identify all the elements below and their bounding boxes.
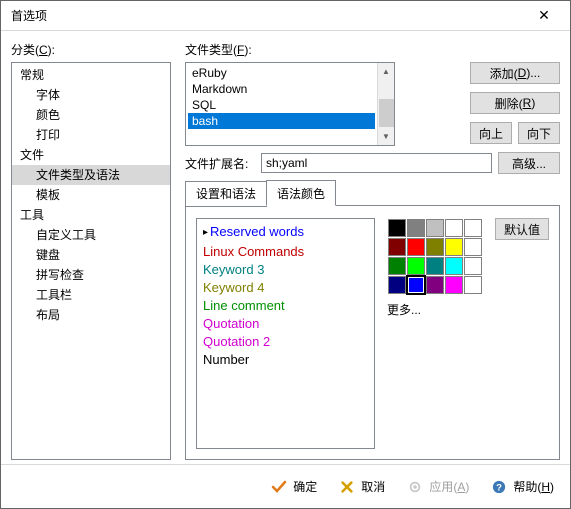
tab-syntax-colors[interactable]: 语法颜色 [266,180,336,206]
dialog-button-bar: 确定 取消 应用(A) ? 帮助(H) [1,464,570,508]
svg-text:?: ? [496,482,502,493]
scroll-thumb[interactable] [379,99,394,127]
help-button[interactable]: ? 帮助(H) [491,478,554,495]
tree-item[interactable]: 字体 [12,85,170,105]
color-swatch[interactable] [426,238,444,256]
color-swatch[interactable] [445,276,463,294]
color-swatch[interactable] [426,257,444,275]
tree-item[interactable]: 键盘 [12,245,170,265]
tree-item[interactable]: 常规 [12,65,170,85]
syntax-item[interactable]: Linux Commands [203,243,368,261]
color-swatch[interactable] [388,257,406,275]
color-palette[interactable] [387,218,483,295]
check-icon [271,479,287,495]
syntax-item[interactable]: Keyword 4 [203,279,368,297]
syntax-item[interactable]: ▸Reserved words [203,223,368,243]
move-down-button[interactable]: 向下 [518,122,560,144]
color-swatch[interactable] [445,219,463,237]
color-swatch[interactable] [388,219,406,237]
ok-button[interactable]: 确定 [271,478,317,495]
palette-column: 更多... [387,218,483,449]
apply-button[interactable]: 应用(A) [407,478,469,495]
color-swatch[interactable] [407,276,425,294]
filetype-listbox[interactable]: eRubyMarkdownSQLbash ▲ ▼ [185,62,395,146]
help-icon: ? [491,479,507,495]
filetype-item[interactable]: Markdown [188,81,375,97]
tree-item[interactable]: 拼写检查 [12,265,170,285]
color-swatch[interactable] [388,238,406,256]
window-title: 首选项 [11,7,47,24]
syntax-item[interactable]: Quotation 2 [203,333,368,351]
filetype-items: eRubyMarkdownSQLbash [186,63,377,145]
titlebar: 首选项 ✕ [1,1,570,31]
color-swatch[interactable] [426,276,444,294]
scroll-up-button[interactable]: ▲ [378,63,394,80]
preferences-window: 首选项 ✕ 分类(C): 常规字体颜色打印文件文件类型及语法模板工具自定义工具键… [0,0,571,509]
cancel-button[interactable]: 取消 [339,478,385,495]
tree-item[interactable]: 打印 [12,125,170,145]
color-swatch[interactable] [464,219,482,237]
color-swatch[interactable] [445,238,463,256]
color-swatch[interactable] [388,276,406,294]
category-tree[interactable]: 常规字体颜色打印文件文件类型及语法模板工具自定义工具键盘拼写检查工具栏布局 [11,62,171,460]
default-button[interactable]: 默认值 [495,218,549,240]
filetype-item[interactable]: bash [188,113,375,129]
syntax-listbox[interactable]: ▸Reserved wordsLinux CommandsKeyword 3Ke… [196,218,375,449]
filetype-row: eRubyMarkdownSQLbash ▲ ▼ 添加(D)... 删除(R) [185,62,560,146]
color-swatch[interactable] [464,257,482,275]
close-icon: ✕ [538,7,550,24]
extension-label: 文件扩展名: [185,155,255,172]
filetype-label: 文件类型(F): [185,41,560,58]
tree-item[interactable]: 工具栏 [12,285,170,305]
tab-panel-colors: ▸Reserved wordsLinux CommandsKeyword 3Ke… [185,205,560,460]
tree-item[interactable]: 布局 [12,305,170,325]
syntax-item[interactable]: Quotation [203,315,368,333]
extension-row: 文件扩展名: 高级... [185,152,560,174]
category-label: 分类(C): [11,41,171,58]
color-swatch[interactable] [407,238,425,256]
extension-input[interactable] [261,153,492,173]
tree-item[interactable]: 工具 [12,205,170,225]
remove-button[interactable]: 删除(R) [470,92,560,114]
color-swatch[interactable] [407,257,425,275]
close-button[interactable]: ✕ [524,2,564,30]
tree-item[interactable]: 自定义工具 [12,225,170,245]
tree-item[interactable]: 文件类型及语法 [12,165,170,185]
tree-item[interactable]: 模板 [12,185,170,205]
scroll-down-button[interactable]: ▼ [378,128,394,145]
more-colors-link[interactable]: 更多... [387,301,483,318]
settings-column: 文件类型(F): eRubyMarkdownSQLbash ▲ ▼ 添加(D).… [185,41,560,460]
dialog-body: 分类(C): 常规字体颜色打印文件文件类型及语法模板工具自定义工具键盘拼写检查工… [1,31,570,464]
syntax-item[interactable]: Number [203,351,368,369]
color-swatch[interactable] [407,219,425,237]
category-column: 分类(C): 常规字体颜色打印文件文件类型及语法模板工具自定义工具键盘拼写检查工… [11,41,171,460]
scrollbar[interactable]: ▲ ▼ [377,63,394,145]
tab-settings[interactable]: 设置和语法 [185,181,267,207]
syntax-item[interactable]: Keyword 3 [203,261,368,279]
tab-strip: 设置和语法 语法颜色 [185,180,560,206]
filetype-item[interactable]: SQL [188,97,375,113]
tree-item[interactable]: 颜色 [12,105,170,125]
filetype-buttons: 添加(D)... 删除(R) 向上 向下 [470,62,560,144]
filetype-item[interactable]: eRuby [188,65,375,81]
cross-icon [339,479,355,495]
syntax-item[interactable]: Line comment [203,297,368,315]
color-swatch[interactable] [426,219,444,237]
advanced-button[interactable]: 高级... [498,152,560,174]
color-swatch[interactable] [464,276,482,294]
color-swatch[interactable] [445,257,463,275]
color-swatch[interactable] [464,238,482,256]
tree-item[interactable]: 文件 [12,145,170,165]
move-up-button[interactable]: 向上 [470,122,512,144]
add-button[interactable]: 添加(D)... [470,62,560,84]
apply-icon [407,479,423,495]
